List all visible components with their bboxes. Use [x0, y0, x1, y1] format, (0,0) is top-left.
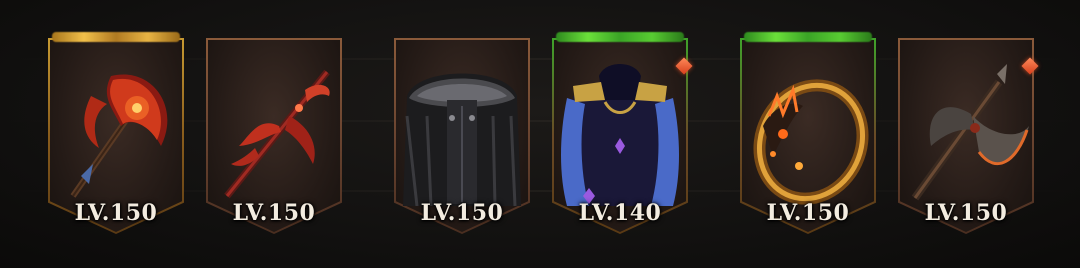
equipment-slot-1[interactable]: LV.150 [48, 32, 184, 234]
sapphire-cape-icon [561, 64, 679, 206]
battle-axe-icon [911, 64, 1029, 201]
rarity-rim-green [556, 32, 684, 42]
item-level: LV.150 [924, 200, 1008, 226]
equipment-slot-3[interactable]: LV.150 [394, 38, 530, 234]
item-level: LV.150 [766, 200, 850, 226]
equipment-panel: { "items": [ {"name": "flame-axe", "leve… [0, 0, 1080, 268]
equipment-slot-2[interactable]: LV.150 [206, 38, 342, 234]
ember-ring-icon [753, 79, 869, 205]
equipment-slot-6[interactable]: LV.150 [898, 38, 1039, 234]
rarity-rim-gold [52, 32, 180, 42]
item-level: LV.150 [74, 200, 158, 226]
equipment-slot-4[interactable]: LV.140 [552, 32, 693, 234]
fur-cloak-icon [403, 73, 521, 206]
rarity-rim-green [744, 32, 872, 42]
flame-axe-icon [70, 74, 168, 198]
equipment-slot-5[interactable]: LV.150 [740, 32, 876, 234]
item-level: LV.150 [420, 200, 504, 226]
crimson-staff-icon [224, 69, 330, 199]
item-level: LV.150 [232, 200, 316, 226]
item-level: LV.140 [578, 200, 662, 226]
